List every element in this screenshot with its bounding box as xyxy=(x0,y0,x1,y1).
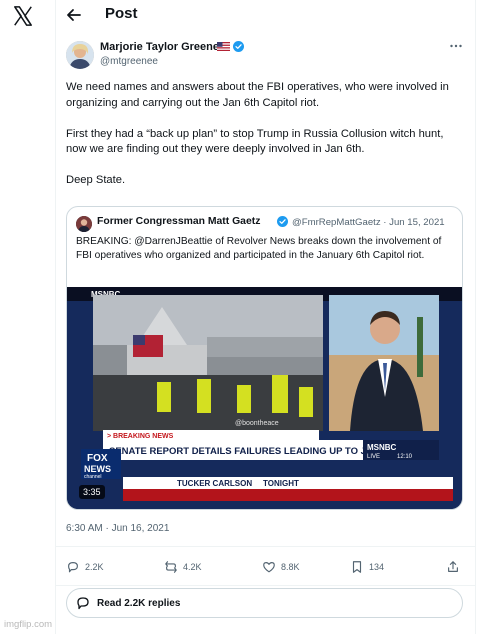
repost-count: 4.2K xyxy=(183,562,202,572)
bookmark-button[interactable]: 134 xyxy=(350,559,384,575)
tweet-paragraph: First they had a “back up plan” to stop … xyxy=(66,127,444,156)
read-replies-label: Read 2.2K replies xyxy=(97,597,181,609)
video-player[interactable]: MSNBC @boontheace > BREAKING NEWS SENATE… xyxy=(67,287,462,509)
main-column: Post Marjorie Taylor Greene @mtgreenee W… xyxy=(56,0,476,634)
verified-badge-icon xyxy=(233,41,244,52)
imgflip-watermark: imgflip.com xyxy=(4,619,53,630)
author-handle[interactable]: @mtgreenee xyxy=(100,56,158,67)
video-duration: 3:35 xyxy=(79,485,105,499)
x-logo-icon[interactable] xyxy=(12,5,34,27)
video-watermark: @boontheace xyxy=(235,420,279,427)
bookmark-count: 134 xyxy=(369,562,385,572)
corner-network-label: MSNBC xyxy=(367,443,397,452)
author-avatar[interactable] xyxy=(66,41,94,69)
quoted-tweet[interactable]: Former Congressman Matt Gaetz @FmrRepMat… xyxy=(66,206,463,510)
share-icon xyxy=(448,561,458,572)
read-replies-button[interactable]: Read 2.2K replies xyxy=(66,588,463,618)
share-button[interactable] xyxy=(446,559,460,575)
post-header: Post xyxy=(56,0,476,32)
breaking-news-label: > BREAKING NEWS xyxy=(107,433,174,440)
video-frame: MSNBC @boontheace > BREAKING NEWS SENATE… xyxy=(67,287,462,509)
left-rail xyxy=(0,0,56,634)
quote-handle-date: @FmrRepMattGaetz · Jun 15, 2021 xyxy=(292,217,445,228)
show-suffix: TONIGHT xyxy=(263,479,299,488)
reply-count: 2.2K xyxy=(85,562,104,572)
fox-logo-line2: NEWS xyxy=(84,464,111,474)
back-arrow-icon[interactable] xyxy=(66,7,82,23)
us-flag-icon xyxy=(217,42,230,51)
headline-text: SENATE REPORT DETAILS FAILURES LEADING U… xyxy=(109,446,390,457)
bookmark-icon xyxy=(352,561,362,573)
live-label: LIVE xyxy=(367,454,380,460)
reply-bubble-icon xyxy=(77,597,89,610)
more-options-icon[interactable] xyxy=(449,41,463,51)
fox-logo-line1: FOX xyxy=(87,453,108,464)
like-count: 8.8K xyxy=(281,562,300,572)
quote-author-name[interactable]: Former Congressman Matt Gaetz xyxy=(97,216,260,227)
tweet-text: We need names and answers about the FBI … xyxy=(66,80,466,189)
tweet-paragraph: We need names and answers about the FBI … xyxy=(66,81,449,109)
quote-text: BREAKING: @DarrenJBeattie of Revolver Ne… xyxy=(76,236,442,261)
repost-icon xyxy=(165,561,177,573)
heart-icon xyxy=(263,562,275,573)
live-time: 12:10 xyxy=(397,454,413,460)
tweet-paragraph: Deep State. xyxy=(66,174,126,186)
quote-author-avatar[interactable] xyxy=(76,216,92,232)
show-label: TUCKER CARLSON xyxy=(177,479,252,488)
like-button[interactable]: 8.8K xyxy=(262,559,300,575)
action-bar: 2.2K 4.2K 8.8K 134 xyxy=(56,546,476,586)
reply-button[interactable]: 2.2K xyxy=(66,559,104,575)
author-name[interactable]: Marjorie Taylor Greene xyxy=(100,41,219,53)
page-title: Post xyxy=(105,5,138,22)
fox-logo-line3: channel xyxy=(84,474,102,480)
verified-badge-icon xyxy=(277,216,288,227)
reply-icon xyxy=(68,562,78,573)
post-timestamp[interactable]: 6:30 AM · Jun 16, 2021 xyxy=(66,523,169,534)
repost-button[interactable]: 4.2K xyxy=(164,559,202,575)
